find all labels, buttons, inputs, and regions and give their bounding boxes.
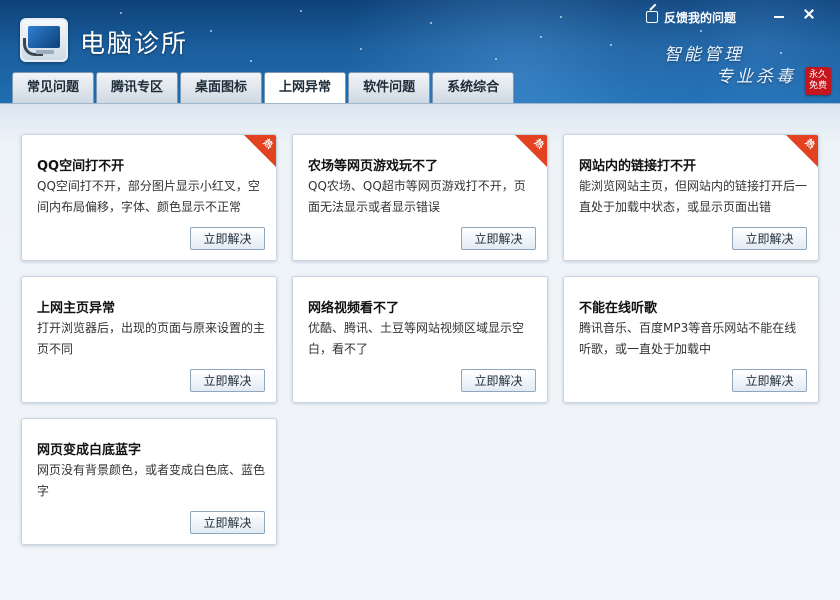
- edit-icon: [646, 11, 658, 23]
- issue-card: 不能在线听歌 腾讯音乐、百度MP3等音乐网站不能在线听歌，或一直处于加载中 立即…: [563, 276, 819, 403]
- issue-title: QQ空间打不开: [37, 159, 125, 174]
- issue-card: 热 农场等网页游戏玩不了 QQ农场、QQ超市等网页游戏打不开，页面无法显示或者显…: [292, 134, 548, 261]
- issue-description: QQ农场、QQ超市等网页游戏打不开，页面无法显示或者显示错误: [308, 179, 526, 214]
- feedback-link[interactable]: 反馈我的问题: [646, 8, 736, 26]
- issue-description: 能浏览网站主页，但网站内的链接打开后一直处于加载中状态，或显示页面出错: [579, 179, 808, 214]
- tab-desktop-icons[interactable]: 桌面图标: [180, 72, 263, 103]
- issue-description: 打开浏览器后，出现的页面与原来设置的主页不同: [37, 321, 266, 356]
- fix-now-button[interactable]: 立即解决: [190, 227, 265, 250]
- app-title: 电脑诊所: [80, 29, 189, 58]
- tab-system-general[interactable]: 系统综合: [432, 72, 515, 103]
- fix-now-button[interactable]: 立即解决: [461, 227, 536, 250]
- issue-title: 农场等网页游戏玩不了: [308, 159, 439, 174]
- feedback-label: 反馈我的问题: [664, 10, 737, 25]
- tab-software-issues[interactable]: 软件问题: [348, 72, 431, 103]
- fix-now-button[interactable]: 立即解决: [190, 511, 265, 534]
- fix-now-button[interactable]: 立即解决: [190, 369, 265, 392]
- category-tabs: 常见问题 腾讯专区 桌面图标 上网异常 软件问题 系统综合: [12, 72, 515, 103]
- issue-title: 上网主页异常: [37, 301, 116, 316]
- free-seal-badge: 永久免费: [805, 67, 831, 95]
- issue-description: QQ空间打不开，部分图片显示小红叉，空间内布局偏移，字体、颜色显示不正常: [37, 179, 260, 214]
- fix-now-button[interactable]: 立即解决: [461, 369, 536, 392]
- issue-card: 网页变成白底蓝字 网页没有背景颜色，或者变成白色底、蓝色字 立即解决: [21, 418, 277, 545]
- issue-description: 腾讯音乐、百度MP3等音乐网站不能在线听歌，或一直处于加载中: [579, 321, 797, 356]
- issue-card-grid: 热 QQ空间打不开 QQ空间打不开，部分图片显示小红叉，空间内布局偏移，字体、颜…: [0, 103, 840, 600]
- tab-internet-issues[interactable]: 上网异常: [264, 72, 347, 103]
- tab-tencent-zone[interactable]: 腾讯专区: [96, 72, 179, 103]
- issue-title: 不能在线听歌: [579, 301, 658, 316]
- issue-description: 网页没有背景颜色，或者变成白色底、蓝色字: [37, 463, 266, 498]
- issue-description: 优酷、腾讯、土豆等网站视频区域显示空白，看不了: [308, 321, 525, 356]
- issue-card: 上网主页异常 打开浏览器后，出现的页面与原来设置的主页不同 立即解决: [21, 276, 277, 403]
- app-logo-icon: [20, 18, 68, 62]
- slogan-line-2: 专业杀毒: [716, 67, 796, 87]
- issue-card: 热 网站内的链接打不开 能浏览网站主页，但网站内的链接打开后一直处于加载中状态，…: [563, 134, 819, 261]
- fix-now-button[interactable]: 立即解决: [732, 227, 807, 250]
- issue-title: 网页变成白底蓝字: [37, 443, 142, 458]
- tab-common-issues[interactable]: 常见问题: [12, 72, 95, 103]
- issue-card: 热 QQ空间打不开 QQ空间打不开，部分图片显示小红叉，空间内布局偏移，字体、颜…: [21, 134, 277, 261]
- issue-title: 网站内的链接打不开: [579, 159, 697, 174]
- title-bar: 电脑诊所 反馈我的问题 智能管理 专业杀毒 永久免费 常见问题 腾讯专区 桌面图…: [0, 0, 840, 103]
- minimize-button[interactable]: [768, 6, 790, 22]
- fix-now-button[interactable]: 立即解决: [732, 369, 807, 392]
- close-button[interactable]: [798, 6, 820, 22]
- issue-title: 网络视频看不了: [308, 301, 400, 316]
- issue-card: 网络视频看不了 优酷、腾讯、土豆等网站视频区域显示空白，看不了 立即解决: [292, 276, 548, 403]
